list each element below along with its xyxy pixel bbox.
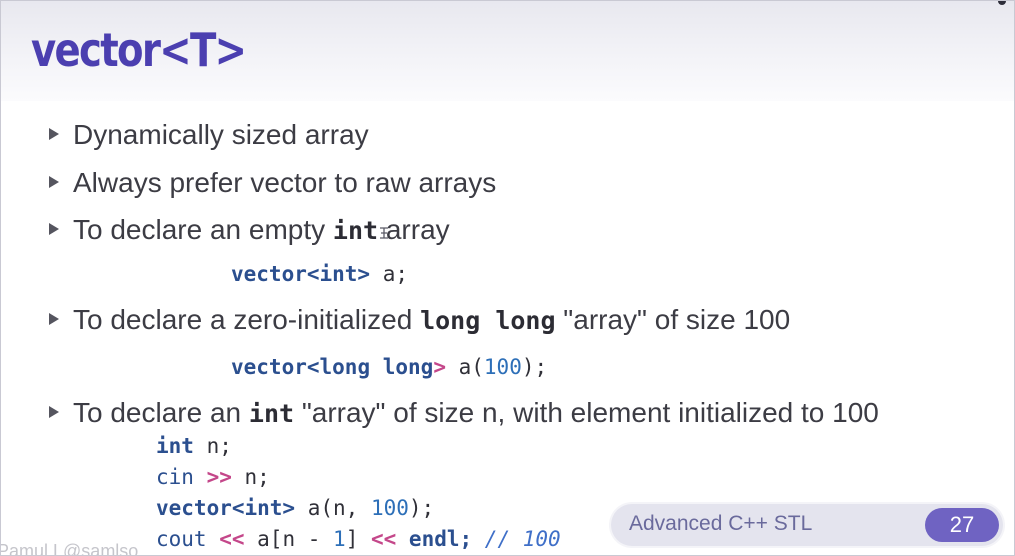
code-token: int xyxy=(156,434,194,458)
bullet-text: Dynamically sized array xyxy=(73,119,369,150)
code-token: << xyxy=(370,527,397,551)
bullet-item: To declare an int "array" of size n, wit… xyxy=(49,397,879,429)
code-token: cin xyxy=(156,465,194,489)
code-comment: // 100 xyxy=(484,527,561,551)
code-token: 1 xyxy=(333,527,346,551)
bullet-text: Always prefer vector to raw arrays xyxy=(73,167,497,198)
code-token: << xyxy=(206,527,245,551)
code-token: a[n - xyxy=(244,527,334,551)
code-line: int n; xyxy=(156,434,232,458)
bullet-item: To declare a zero-initialized long long … xyxy=(49,304,790,336)
code-snippet-2: vector<long long> a(100); xyxy=(231,355,547,379)
bullet-item: Dynamically sized array xyxy=(49,119,369,151)
page-number-badge: 27 xyxy=(925,508,999,542)
code-token: endl; xyxy=(396,527,485,551)
code-token: vector<int> xyxy=(156,496,296,520)
slide: vector<T> Dynamically sized array Always… xyxy=(0,0,1015,556)
code-token: a( xyxy=(445,355,484,379)
bullet-arrow-icon xyxy=(49,128,59,140)
code-token: 100 xyxy=(370,496,409,520)
bullet-text: To declare an empty xyxy=(73,214,333,245)
code-token: cout xyxy=(156,527,207,551)
bullet-keyword: int xyxy=(332,216,379,245)
bullet-keyword: int xyxy=(248,399,295,428)
bullet-text: To declare an xyxy=(73,397,249,428)
code-token: n; xyxy=(231,465,270,489)
code-token: n; xyxy=(193,434,232,458)
code-token: vector<int> xyxy=(231,262,371,286)
slide-title: vector<T> xyxy=(31,23,247,77)
code-token: >> xyxy=(193,465,232,489)
bullet-text: "array" of size n, with element initiali… xyxy=(294,397,879,428)
bullet-keyword: long long xyxy=(420,306,556,335)
code-token: ); xyxy=(408,496,435,520)
code-token: long long xyxy=(319,355,434,379)
bullet-text: To declare a zero-initialized xyxy=(73,304,421,335)
bullet-arrow-icon xyxy=(49,176,59,188)
code-token: ] xyxy=(345,527,371,551)
code-token: 100 xyxy=(483,355,522,379)
code-token: a; xyxy=(370,262,409,286)
code-token: > xyxy=(433,355,446,379)
code-line: cin >> n; xyxy=(156,465,270,489)
bullet-text: "array" of size 100 xyxy=(555,304,791,335)
bullet-item: Always prefer vector to raw arrays xyxy=(49,167,496,199)
watermark: Pamul L@samlso xyxy=(0,541,139,556)
bullet-arrow-icon xyxy=(49,223,59,235)
footer-title: Advanced C++ STL xyxy=(629,512,813,535)
bullet-item: To declare an empty int array xyxy=(49,214,450,246)
code-snippet-1: vector<int> a; xyxy=(231,262,408,286)
code-line: vector<int> a(n, 100); xyxy=(156,496,434,520)
bullet-arrow-icon xyxy=(49,313,59,325)
code-token: ); xyxy=(521,355,548,379)
bullet-arrow-icon xyxy=(49,406,59,418)
code-token: vector< xyxy=(231,355,320,379)
text-cursor-icon xyxy=(380,227,388,239)
code-line: cout << a[n - 1] << endl; // 100 xyxy=(156,527,561,551)
code-token: a(n, xyxy=(295,496,371,520)
